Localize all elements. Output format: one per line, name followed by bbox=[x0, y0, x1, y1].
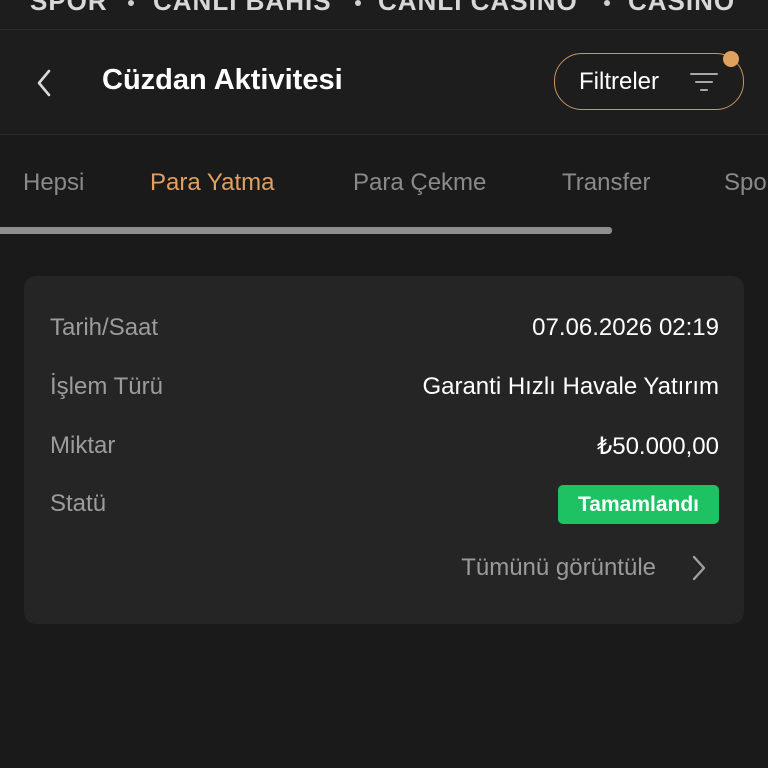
filter-button-label: Filtreler bbox=[579, 68, 660, 95]
back-button[interactable] bbox=[22, 60, 68, 106]
top-nav-item-live-casino[interactable]: CANLI CASINO bbox=[378, 0, 578, 17]
date-value: 07.06.2026 02:19 bbox=[532, 314, 719, 341]
wallet-activity-page: SPOR CANLI BAHİS CANLI CASINO CASINO Cüz… bbox=[0, 0, 768, 768]
amount-label: Miktar bbox=[50, 432, 116, 459]
tab-scroll-indicator[interactable] bbox=[0, 227, 612, 234]
transaction-type-value: Garanti Hızlı Havale Yatırım bbox=[422, 373, 719, 400]
amount-value: ₺50.000,00 bbox=[596, 433, 719, 460]
page-title: Cüzdan Aktivitesi bbox=[102, 64, 343, 96]
status-badge: Tamamlandı bbox=[558, 485, 719, 524]
top-nav-item-spor[interactable]: SPOR bbox=[30, 0, 108, 17]
top-nav-separator bbox=[355, 0, 361, 6]
transaction-type-label: İşlem Türü bbox=[50, 373, 163, 400]
tab-transfer[interactable]: Transfer bbox=[562, 169, 650, 197]
top-nav-item-casino[interactable]: CASINO bbox=[628, 0, 735, 17]
date-label: Tarih/Saat bbox=[50, 314, 159, 341]
tab-deposit[interactable]: Para Yatma bbox=[150, 169, 275, 197]
header: Cüzdan Aktivitesi Filtreler bbox=[0, 30, 768, 135]
transaction-card: Tarih/Saat 07.06.2026 02:19 İşlem Türü G… bbox=[24, 276, 744, 624]
tab-sport[interactable]: Spor bbox=[724, 169, 768, 197]
status-label: Statü bbox=[50, 490, 107, 517]
view-all-label: Tümünü görüntüle bbox=[461, 554, 656, 581]
filter-lines-icon bbox=[690, 73, 718, 91]
chevron-right-icon bbox=[692, 555, 706, 581]
top-nav-separator bbox=[604, 0, 610, 6]
chevron-left-icon bbox=[37, 69, 51, 97]
tab-bar: Hepsi Para Yatma Para Çekme Transfer Spo… bbox=[0, 136, 768, 236]
tab-withdrawal[interactable]: Para Çekme bbox=[353, 169, 486, 197]
top-nav: SPOR CANLI BAHİS CANLI CASINO CASINO bbox=[0, 0, 768, 30]
filter-active-dot bbox=[723, 51, 739, 67]
tab-all[interactable]: Hepsi bbox=[23, 169, 84, 197]
top-nav-separator bbox=[128, 0, 134, 6]
view-all-link[interactable]: Tümünü görüntüle bbox=[461, 548, 708, 588]
filter-button[interactable]: Filtreler bbox=[554, 53, 744, 110]
top-nav-item-live-betting[interactable]: CANLI BAHİS bbox=[153, 0, 332, 17]
